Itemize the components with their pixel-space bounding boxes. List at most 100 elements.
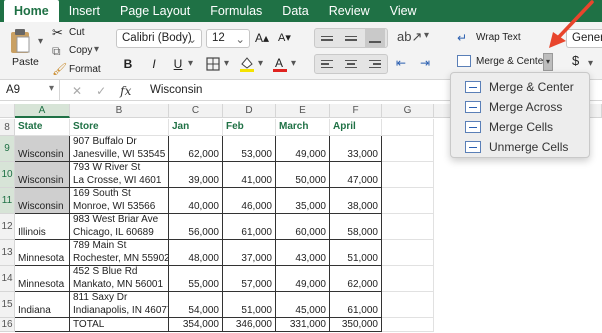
table-cell[interactable]: 62,000 [169,136,223,162]
format-painter-icon[interactable]: 🖌 [52,62,67,76]
wrap-text-button[interactable]: Wrap Text [476,32,521,43]
table-cell[interactable]: 37,000 [223,240,276,266]
tab-data[interactable]: Data [272,0,318,22]
column-header[interactable]: A [15,104,70,118]
tab-insert[interactable]: Insert [59,0,110,22]
total-cell[interactable]: 354,000 [169,318,223,332]
column-header[interactable]: E [276,104,330,118]
increase-indent-icon[interactable]: ⇥ [420,56,430,70]
paste-icon[interactable] [6,26,34,56]
align-left-icon[interactable] [317,55,337,73]
font-color-dropdown-icon[interactable]: ▾ [291,58,296,69]
confirm-icon[interactable]: ✓ [96,84,106,98]
row-header[interactable]: 11 [0,188,15,214]
table-cell[interactable]: 57,000 [223,266,276,292]
select-all-corner[interactable] [0,104,15,118]
table-cell[interactable]: 45,000 [276,292,330,318]
header-cell-store[interactable]: Store [70,119,169,136]
table-cell[interactable]: 55,000 [169,266,223,292]
header-cell-state[interactable]: State [15,119,70,136]
table-cell[interactable]: 49,000 [276,136,330,162]
currency-button[interactable]: $ [572,53,579,68]
table-cell[interactable]: Minnesota [15,266,70,292]
tab-page-layout[interactable]: Page Layout [110,0,200,22]
table-cell[interactable]: 789 Main St Rochester, MN 55902 [70,240,169,266]
underline-dropdown-icon[interactable]: ▾ [188,58,193,69]
merge-center-button[interactable]: Merge & Center [476,56,547,67]
total-cell[interactable]: TOTAL [70,318,169,332]
number-format-select[interactable]: Genera [566,29,602,48]
empty-cell[interactable] [382,266,434,292]
empty-cell[interactable] [382,188,434,214]
tab-formulas[interactable]: Formulas [200,0,272,22]
table-cell[interactable]: 54,000 [169,292,223,318]
total-cell[interactable]: 346,000 [223,318,276,332]
empty-cell[interactable] [382,136,434,162]
table-cell[interactable]: 811 Saxy Dr Indianapolis, IN 46077 [70,292,169,318]
table-cell[interactable]: 43,000 [276,240,330,266]
cancel-icon[interactable]: ✕ [72,84,82,98]
table-cell[interactable]: 60,000 [276,214,330,240]
row-header[interactable]: 9 [0,136,15,162]
copy-dropdown-icon[interactable]: ▾ [94,44,99,55]
table-cell[interactable]: 61,000 [330,292,382,318]
table-cell[interactable]: 51,000 [223,292,276,318]
column-header[interactable]: G [382,104,434,118]
copy-button[interactable]: Copy [69,45,92,56]
table-cell[interactable]: 50,000 [276,162,330,188]
table-cell[interactable]: 53,000 [223,136,276,162]
menu-item-merge-center[interactable]: Merge & Center [451,77,591,97]
column-header[interactable]: B [70,104,169,118]
copy-icon[interactable]: ⧉ [52,44,61,59]
row-header[interactable]: 16 [0,318,15,332]
cut-button[interactable]: Cut [69,27,85,38]
format-painter-button[interactable]: Format [69,64,101,75]
orientation-icon[interactable]: ab↗ [397,29,422,45]
row-header[interactable]: 10 [0,162,15,188]
table-cell[interactable]: 41,000 [223,162,276,188]
header-cell-jan[interactable]: Jan [169,119,223,136]
column-header[interactable]: F [330,104,382,118]
row-header[interactable]: 14 [0,266,15,292]
table-cell[interactable]: 62,000 [330,266,382,292]
align-right-icon[interactable] [365,55,385,73]
table-cell[interactable]: Wisconsin [15,162,70,188]
align-top-icon[interactable] [317,29,337,47]
tab-review[interactable]: Review [319,0,380,22]
fill-color-icon[interactable] [237,54,257,74]
menu-item-merge-across[interactable]: Merge Across [451,97,591,117]
align-bottom-icon[interactable] [365,29,385,47]
empty-cell[interactable] [382,240,434,266]
merge-dropdown-arrow[interactable]: ▾ [543,53,553,71]
table-cell[interactable]: 58,000 [330,214,382,240]
empty-cell[interactable] [382,119,434,136]
column-header[interactable]: D [223,104,276,118]
total-cell[interactable]: 331,000 [276,318,330,332]
table-cell[interactable]: 40,000 [169,188,223,214]
paste-dropdown-icon[interactable]: ▾ [38,36,43,47]
tab-view[interactable]: View [380,0,427,22]
table-cell[interactable]: 48,000 [169,240,223,266]
font-name-select[interactable]: Calibri (Body) ⌄ [116,29,202,48]
formula-input[interactable]: Wisconsin [150,80,202,101]
table-cell[interactable]: 907 Buffalo Dr Janesville, WI 53545 [70,136,169,162]
table-cell[interactable]: Indiana [15,292,70,318]
header-cell-march[interactable]: March [276,119,330,136]
table-cell[interactable]: 51,000 [330,240,382,266]
table-cell[interactable]: Illinois [15,214,70,240]
currency-dropdown-icon[interactable]: ▾ [588,58,593,69]
table-cell[interactable]: 46,000 [223,188,276,214]
table-cell[interactable]: Wisconsin [15,188,70,214]
menu-item-unmerge-cells[interactable]: Unmerge Cells [451,137,591,157]
table-cell[interactable]: 49,000 [276,266,330,292]
decrease-indent-icon[interactable]: ⇤ [396,56,406,70]
table-cell[interactable]: 47,000 [330,162,382,188]
total-cell[interactable]: 350,000 [330,318,382,332]
row-header[interactable]: 12 [0,214,15,240]
borders-icon[interactable] [203,55,223,73]
row-header[interactable]: 8 [0,119,15,136]
empty-cell[interactable] [382,162,434,188]
table-cell[interactable]: 35,000 [276,188,330,214]
table-cell[interactable]: Wisconsin [15,136,70,162]
align-middle-icon[interactable] [341,29,361,47]
